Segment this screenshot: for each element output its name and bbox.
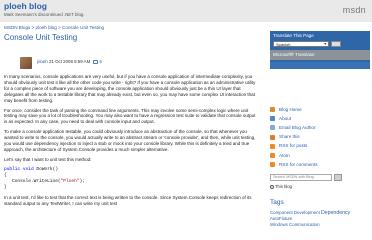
post-paragraph: Let's say that I want to unit test this … bbox=[4, 156, 92, 162]
search-button[interactable] bbox=[334, 174, 342, 181]
post-paragraph: In a unit test, I'd like to test that th… bbox=[4, 194, 252, 206]
sidebar: Translate This Page Spanish ▼ Microsoft®… bbox=[266, 22, 372, 240]
home-icon bbox=[270, 107, 275, 112]
search-input[interactable]: Search MSDN with Bing bbox=[270, 174, 332, 181]
sidebar-item-label: About bbox=[279, 115, 292, 121]
rss-icon bbox=[270, 162, 275, 168]
sidebar-item-label: Atom bbox=[279, 152, 290, 158]
chevron-down-icon: ▼ bbox=[323, 42, 327, 46]
breadcrumb-current: Console Unit Testing bbox=[62, 25, 105, 30]
translator-footer bbox=[270, 62, 370, 69]
post-meta: ploeh 21 Oct 2008 8:59 AM 6 bbox=[37, 59, 102, 64]
breadcrumb-separator: > bbox=[58, 25, 61, 30]
code-line: } bbox=[4, 184, 7, 190]
language-select[interactable]: Spanish ▼ bbox=[273, 41, 329, 47]
code-keyword: public bbox=[4, 166, 21, 172]
breadcrumb: MSDN Blogs > ploeh blog > Console Unit T… bbox=[4, 25, 104, 30]
translate-title: Translate This Page bbox=[273, 33, 314, 38]
sidebar-item-label: RSS for posts bbox=[279, 143, 308, 149]
post-date: 21 Oct 2008 8:59 AM bbox=[48, 59, 91, 64]
radio-icon[interactable] bbox=[270, 184, 274, 189]
translate-button[interactable] bbox=[331, 41, 341, 47]
blog-title[interactable]: ploeh blog bbox=[4, 1, 47, 11]
code-string: "Ploeh" bbox=[60, 178, 80, 184]
post-title[interactable]: Console Unit Testing bbox=[4, 33, 77, 42]
search-scope-option[interactable]: This blog bbox=[270, 184, 292, 189]
rss-icon bbox=[270, 152, 275, 158]
code-block: public void DoWork() { Console.WriteLine… bbox=[4, 167, 258, 191]
language-select-value: Spanish bbox=[276, 42, 291, 47]
tag-cloud: Component Development Dependency AutoFix… bbox=[270, 210, 372, 228]
sidebar-item-label: RSS for comments bbox=[279, 161, 318, 167]
post-paragraph: To make a console application testable, … bbox=[4, 129, 256, 152]
sidebar-item-label: Email Blog Author bbox=[279, 124, 316, 130]
about-icon bbox=[270, 116, 275, 122]
tag-link[interactable]: AutoFixture bbox=[270, 216, 292, 221]
comment-count[interactable]: 6 bbox=[99, 59, 101, 64]
post-body: In many scenarios, console applications … bbox=[4, 74, 258, 211]
tag-link[interactable]: Windows Communication bbox=[270, 222, 320, 227]
post-paragraph: For once, consider the task of parsing t… bbox=[4, 107, 256, 125]
email-icon bbox=[270, 125, 275, 131]
code-text: Console.WriteLine( bbox=[12, 178, 61, 184]
tag-link[interactable]: Dependency bbox=[321, 210, 350, 216]
search-scope-label: This blog bbox=[275, 184, 292, 189]
author-avatar[interactable] bbox=[20, 57, 32, 69]
comment-icon[interactable] bbox=[93, 59, 99, 64]
post-author[interactable]: ploeh bbox=[37, 59, 48, 64]
tags-heading: Tags bbox=[270, 199, 284, 206]
main-content: MSDN Blogs > ploeh blog > Console Unit T… bbox=[0, 22, 262, 240]
translate-widget: Translate This Page Spanish ▼ Microsoft®… bbox=[270, 31, 370, 69]
site-header: ploeh blog Mark Seemann's discontinued .… bbox=[0, 0, 372, 22]
code-keyword: void bbox=[22, 166, 34, 172]
msdn-logo[interactable]: msdn bbox=[343, 5, 366, 15]
breadcrumb-separator: > bbox=[31, 25, 35, 30]
blog-subtitle: Mark Seemann's discontinued .NET blog. bbox=[4, 12, 85, 17]
sidebar-item-label: Share this bbox=[279, 134, 300, 140]
breadcrumb-ploeh-blog[interactable]: ploeh blog bbox=[36, 25, 57, 30]
code-text: DoWork() bbox=[36, 166, 59, 172]
sidebar-item-label: Blog Home bbox=[279, 106, 302, 112]
code-text: ); bbox=[79, 178, 85, 184]
share-icon bbox=[270, 134, 275, 140]
translator-brand[interactable]: Microsoft® Translator bbox=[273, 52, 315, 57]
tag-link[interactable]: Component Development bbox=[270, 210, 320, 215]
rss-icon bbox=[270, 143, 275, 149]
breadcrumb-msdn-blogs[interactable]: MSDN Blogs bbox=[4, 25, 30, 30]
post-paragraph: In many scenarios, console applications … bbox=[4, 74, 256, 103]
